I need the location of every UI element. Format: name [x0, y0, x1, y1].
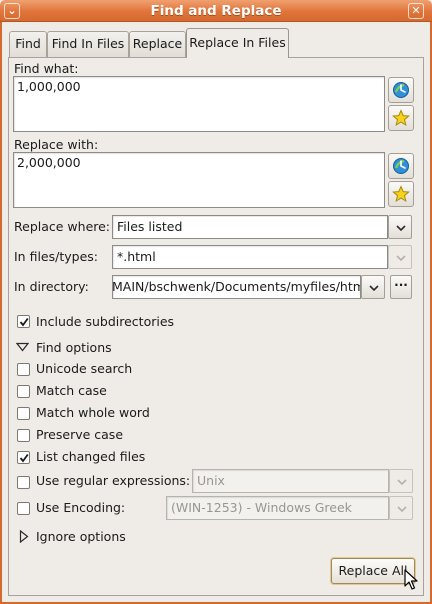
find-what-input[interactable]: 1,000,000 — [13, 76, 385, 132]
close-button[interactable]: ✕ — [408, 3, 424, 19]
find-history-button[interactable] — [388, 77, 414, 103]
list-changed-files-checkbox[interactable] — [17, 451, 30, 464]
star-icon — [392, 109, 410, 127]
use-encoding-checkbox[interactable] — [17, 502, 30, 515]
expander-closed-icon[interactable] — [19, 530, 29, 543]
use-regex-checkbox[interactable] — [17, 476, 30, 489]
use-regex-label[interactable]: Use regular expressions: — [36, 473, 190, 489]
unicode-search-checkbox[interactable] — [17, 363, 30, 376]
history-icon — [393, 158, 409, 174]
checkmark-icon — [19, 453, 29, 463]
file-types-value: *.html — [117, 249, 156, 264]
chevron-down-icon — [396, 225, 406, 231]
encoding-select: (WIN-1253) - Windows Greek — [166, 496, 389, 520]
match-whole-word-label[interactable]: Match whole word — [36, 405, 150, 421]
mouse-cursor-icon — [404, 569, 418, 590]
history-icon — [393, 82, 409, 98]
preserve-case-label[interactable]: Preserve case — [36, 427, 123, 443]
tab-replace-in-files[interactable]: Replace In Files — [186, 28, 289, 58]
find-what-value: 1,000,000 — [17, 79, 81, 94]
directory-input[interactable]: MAIN/bschwenk/Documents/myfiles/html — [112, 275, 361, 299]
unicode-search-label[interactable]: Unicode search — [36, 361, 132, 377]
replace-all-button[interactable]: Replace All — [331, 558, 415, 584]
find-what-label: Find what: — [14, 61, 79, 76]
directory-dropdown-button[interactable] — [361, 275, 385, 299]
regex-type-dropdown-button — [389, 469, 413, 493]
window-title: Find and Replace — [150, 3, 282, 19]
chevron-down-icon — [369, 285, 379, 291]
window-frame-left — [0, 22, 2, 604]
directory-label: In directory: — [14, 279, 89, 294]
match-case-label[interactable]: Match case — [36, 383, 107, 399]
file-types-dropdown-button — [388, 245, 412, 269]
encoding-dropdown-button — [389, 496, 413, 520]
replace-with-input[interactable]: 2,000,000 — [13, 152, 385, 208]
browse-directory-button[interactable]: ··· — [390, 275, 412, 299]
checkmark-icon — [19, 317, 29, 327]
replace-with-value: 2,000,000 — [17, 155, 81, 170]
replace-where-value: Files listed — [117, 219, 183, 234]
list-changed-files-label[interactable]: List changed files — [36, 449, 145, 465]
include-subdirectories-label[interactable]: Include subdirectories — [36, 314, 174, 330]
tab-replace[interactable]: Replace — [129, 31, 186, 57]
encoding-value: (WIN-1253) - Windows Greek — [171, 500, 352, 515]
preserve-case-checkbox[interactable] — [17, 429, 30, 442]
regex-type-value: Unix — [197, 473, 225, 488]
expander-open-icon[interactable] — [16, 342, 29, 352]
replace-with-label: Replace with: — [14, 137, 99, 152]
file-types-input[interactable]: *.html — [112, 245, 388, 269]
chevron-down-icon — [397, 479, 407, 485]
directory-value: MAIN/bschwenk/Documents/myfiles/html — [112, 279, 361, 294]
chevron-down-icon — [396, 255, 406, 261]
include-subdirectories-checkbox[interactable] — [17, 315, 30, 328]
replace-favorites-button[interactable] — [388, 181, 414, 207]
ignore-options-label[interactable]: Ignore options — [36, 529, 126, 545]
replace-where-dropdown-button[interactable] — [388, 215, 412, 239]
star-icon — [392, 185, 410, 203]
use-encoding-label[interactable]: Use Encoding: — [36, 500, 125, 516]
tab-find-in-files[interactable]: Find In Files — [47, 31, 129, 57]
replace-where-label: Replace where: — [14, 219, 111, 234]
find-favorites-button[interactable] — [388, 105, 414, 131]
file-types-label: In files/types: — [14, 249, 98, 264]
find-options-label[interactable]: Find options — [36, 340, 112, 356]
replace-history-button[interactable] — [388, 153, 414, 179]
regex-type-select: Unix — [192, 469, 389, 493]
replace-where-select[interactable]: Files listed — [112, 215, 388, 239]
chevron-down-icon — [397, 506, 407, 512]
tab-find[interactable]: Find — [9, 31, 47, 57]
match-whole-word-checkbox[interactable] — [17, 407, 30, 420]
match-case-checkbox[interactable] — [17, 385, 30, 398]
